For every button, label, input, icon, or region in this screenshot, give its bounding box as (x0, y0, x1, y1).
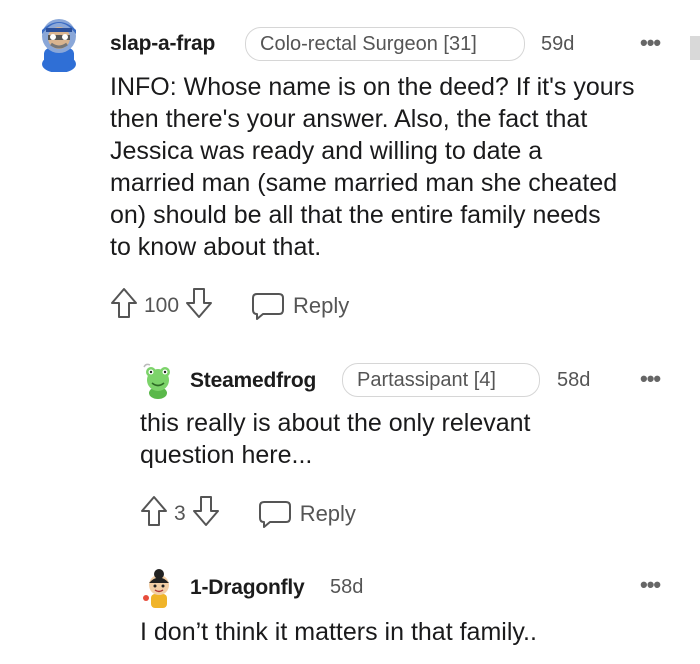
scrollbar[interactable] (690, 36, 700, 60)
downvote-icon[interactable] (185, 287, 213, 325)
comment-line: to know about that. (110, 233, 322, 261)
comment-actions: 100 Reply (110, 287, 349, 325)
upvote-icon[interactable] (140, 495, 168, 533)
comment-line: this really is about the only relevant (140, 409, 531, 437)
vote-count: 3 (174, 502, 186, 525)
comment-line: Jessica was ready and willing to date a (110, 137, 543, 165)
user-avatar[interactable] (142, 568, 176, 610)
reply-button[interactable]: Reply (258, 499, 356, 529)
comment-line: I don’t think it matters in that family.… (140, 618, 537, 646)
comment-body: I don’t think it matters in that family.… (140, 616, 680, 648)
comment-age[interactable]: 58d (557, 369, 590, 392)
more-options-button[interactable]: ••• (640, 30, 661, 56)
reply-button[interactable]: Reply (251, 291, 349, 321)
username[interactable]: Steamedfrog (190, 369, 316, 393)
comment-line: married man (same married man she cheate… (110, 169, 618, 197)
comment-thread: slap-a-frap Colo-rectal Surgeon [31] 59d… (0, 0, 700, 664)
comment-body: this really is about the only relevant q… (140, 407, 680, 471)
vote-count: 100 (144, 294, 180, 317)
comment-body: INFO: Whose name is on the deed? If it's… (110, 71, 685, 263)
user-avatar[interactable] (140, 363, 176, 399)
user-flair: Partassipant [4] (342, 363, 540, 397)
comment-age[interactable]: 58d (330, 576, 363, 599)
reply-bubble-icon (252, 293, 285, 320)
avatar-image (42, 19, 76, 72)
comment-actions: 3 Reply (140, 495, 356, 533)
downvote-icon[interactable] (192, 495, 220, 533)
reply-label: Reply (299, 501, 356, 526)
user-avatar[interactable] (36, 14, 82, 72)
comment-line: on) should be all that the entire family… (110, 201, 601, 229)
user-flair: Colo-rectal Surgeon [31] (245, 27, 525, 61)
username[interactable]: slap-a-frap (110, 32, 215, 56)
comment-line: INFO: Whose name is on the deed? If it's… (110, 73, 635, 101)
more-options-button[interactable]: ••• (640, 366, 661, 392)
reply-bubble-icon (258, 501, 291, 528)
username[interactable]: 1-Dragonfly (190, 576, 305, 600)
comment-line: then there's your answer. Also, the fact… (110, 105, 588, 133)
comment-line: question here... (140, 441, 313, 469)
avatar-image (143, 363, 170, 399)
avatar-image (143, 569, 169, 608)
comment-age[interactable]: 59d (541, 33, 574, 56)
reply-label: Reply (293, 293, 350, 318)
more-options-button[interactable]: ••• (640, 572, 661, 598)
upvote-icon[interactable] (110, 287, 138, 325)
